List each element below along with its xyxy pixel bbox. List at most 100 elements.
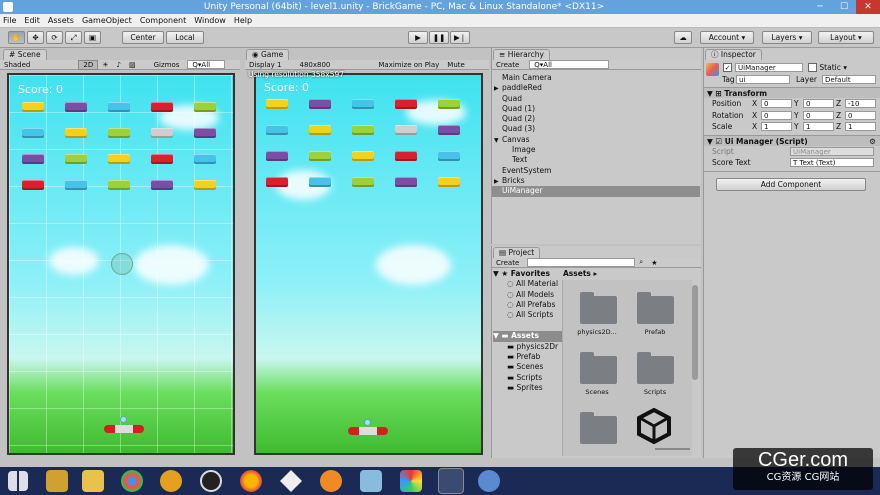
resolution-dropdown[interactable]: 480x800 — [295, 61, 334, 69]
audio-icon[interactable]: ♪ — [113, 61, 125, 69]
shaded-dropdown[interactable]: Shaded — [0, 61, 34, 69]
layout-dropdown[interactable]: Layout ▾ — [818, 31, 874, 44]
score-text-field[interactable]: T Text (Text) — [790, 158, 874, 167]
hand-tool-icon[interactable]: ✋ — [8, 31, 25, 44]
hierarchy-item[interactable]: Quad (3) — [492, 124, 700, 134]
blender-icon[interactable] — [320, 470, 342, 492]
move-tool-icon[interactable]: ✥ — [27, 31, 44, 44]
folder-icon[interactable] — [580, 412, 617, 444]
unity-scene-icon[interactable] — [635, 407, 673, 445]
scale-z-field[interactable]: 1 — [845, 122, 876, 131]
rotation-z-field[interactable]: 0 — [845, 110, 876, 120]
mute-toggle[interactable]: Mute — [443, 61, 469, 69]
menu-edit[interactable]: Edit — [24, 16, 40, 25]
asset-scrollbar[interactable] — [692, 285, 698, 380]
gizmos-dropdown[interactable]: Gizmos — [150, 61, 184, 69]
favorite-item[interactable]: ◌ All Material — [493, 279, 563, 289]
hierarchy-item[interactable]: ▶ paddleRed — [492, 83, 700, 93]
assets-header[interactable]: ▼ ▬ Assets — [493, 331, 563, 342]
inkscape-icon[interactable] — [280, 470, 302, 492]
hierarchy-item[interactable]: UiManager — [492, 186, 700, 197]
static-toggle[interactable]: Static ▾ — [808, 62, 847, 73]
hierarchy-item[interactable]: Quad (1) — [492, 104, 700, 114]
tab-game[interactable]: ◉ Game — [246, 49, 290, 60]
display-dropdown[interactable]: Display 1 — [245, 61, 285, 69]
hierarchy-item[interactable]: EventSystem — [492, 166, 700, 176]
asset-folder-item[interactable]: ▬ Prefab — [493, 352, 563, 362]
account-dropdown[interactable]: Account ▾ — [700, 31, 754, 44]
network-app-icon[interactable] — [478, 470, 500, 492]
rect-tool-icon[interactable]: ▣ — [84, 31, 101, 44]
tab-project[interactable]: ▤ Project — [493, 247, 541, 258]
hierarchy-item[interactable]: Text — [492, 155, 700, 165]
tab-inspector[interactable]: ⓘ Inspector — [705, 49, 762, 60]
hierarchy-create-dropdown[interactable]: Create — [492, 61, 523, 69]
project-search-input[interactable] — [527, 258, 636, 267]
file-manager-icon[interactable] — [46, 470, 68, 492]
scene-search-input[interactable]: Q▾All — [187, 60, 226, 69]
zoom-slider[interactable] — [655, 448, 690, 450]
menu-gameobject[interactable]: GameObject — [82, 16, 132, 25]
app-grid-icon[interactable] — [400, 470, 422, 492]
2d-toggle[interactable]: 2D — [78, 59, 99, 70]
layers-dropdown[interactable]: Layers ▾ — [762, 31, 812, 44]
menu-help[interactable]: Help — [234, 16, 252, 25]
obs-icon[interactable] — [200, 470, 222, 492]
menu-component[interactable]: Component — [140, 16, 186, 25]
hierarchy-item[interactable]: Image — [492, 145, 700, 155]
favorite-item[interactable]: ◌ All Models — [493, 290, 563, 300]
rotate-tool-icon[interactable]: ⟳ — [46, 31, 63, 44]
script-component-header[interactable]: ▼ ☑ Ui Manager (Script) ⚙ — [704, 135, 880, 146]
pause-icon[interactable]: ❚❚ — [429, 31, 449, 44]
position-y-field[interactable]: 0 — [803, 99, 834, 108]
position-x-field[interactable]: 0 — [761, 99, 792, 108]
firefox-icon[interactable] — [240, 470, 262, 492]
tab-hierarchy[interactable]: ≡ Hierarchy — [493, 49, 550, 60]
menu-window[interactable]: Window — [194, 16, 226, 25]
transform-header[interactable]: ▼ ⊞ Transform — [704, 87, 880, 98]
maximize-on-play-toggle[interactable]: Maximize on Play — [374, 61, 443, 69]
close-button[interactable]: ✕ — [856, 0, 880, 14]
unity-taskbar-icon[interactable] — [438, 468, 464, 494]
hierarchy-item[interactable]: Quad — [492, 94, 700, 104]
chrome-icon[interactable] — [121, 470, 143, 492]
asset-folder-item[interactable]: ▬ Scripts — [493, 373, 563, 383]
favorites-header[interactable]: ▼ ★ Favorites — [493, 269, 563, 279]
project-create-dropdown[interactable]: Create — [492, 259, 523, 267]
hierarchy-item[interactable]: ▶ Bricks — [492, 176, 700, 186]
notes-icon[interactable] — [360, 470, 382, 492]
script-checkbox[interactable]: ☑ — [715, 137, 722, 146]
active-checkbox[interactable]: ✓ — [723, 62, 732, 73]
step-icon[interactable]: ▶❘ — [450, 31, 470, 44]
star-icon[interactable]: ★ — [647, 259, 661, 267]
layer-dropdown[interactable]: Default — [822, 75, 876, 84]
effects-icon[interactable]: ▨ — [125, 61, 140, 69]
minimize-button[interactable]: ─ — [808, 0, 832, 14]
hierarchy-item[interactable]: Quad (2) — [492, 114, 700, 124]
filter-icon[interactable]: ⌕ — [635, 258, 647, 267]
folder-icon[interactable] — [580, 352, 617, 384]
menu-file[interactable]: File — [3, 16, 16, 25]
tag-dropdown[interactable]: ui — [736, 75, 790, 84]
add-component-button[interactable]: Add Component — [716, 178, 866, 191]
pivot-center-button[interactable]: Center — [122, 31, 164, 44]
expand-arrow-icon[interactable]: ▼ — [494, 136, 502, 146]
favorite-item[interactable]: ◌ All Scripts — [493, 310, 563, 320]
folder-icon[interactable] — [637, 352, 674, 384]
explorer-icon[interactable] — [82, 470, 104, 492]
scale-y-field[interactable]: 1 — [803, 122, 834, 131]
game-view[interactable]: Score: 0 — [254, 73, 483, 455]
scale-x-field[interactable]: 1 — [761, 122, 792, 131]
gameobject-name-input[interactable]: UiManager — [735, 63, 803, 72]
play-icon[interactable]: ▶ — [408, 31, 428, 44]
headset-icon[interactable] — [160, 470, 182, 492]
lighting-icon[interactable]: ☀ — [98, 61, 112, 69]
maximize-button[interactable]: ☐ — [832, 0, 856, 14]
folder-icon[interactable] — [637, 292, 674, 324]
hierarchy-item[interactable]: ▼ Canvas — [492, 135, 700, 145]
favorite-item[interactable]: ◌ All Prefabs — [493, 300, 563, 310]
asset-folder-item[interactable]: ▬ Scenes — [493, 362, 563, 372]
start-icon[interactable] — [8, 471, 28, 491]
hierarchy-search-input[interactable]: Q▾All — [529, 60, 610, 69]
cloud-icon[interactable]: ☁ — [674, 31, 692, 44]
